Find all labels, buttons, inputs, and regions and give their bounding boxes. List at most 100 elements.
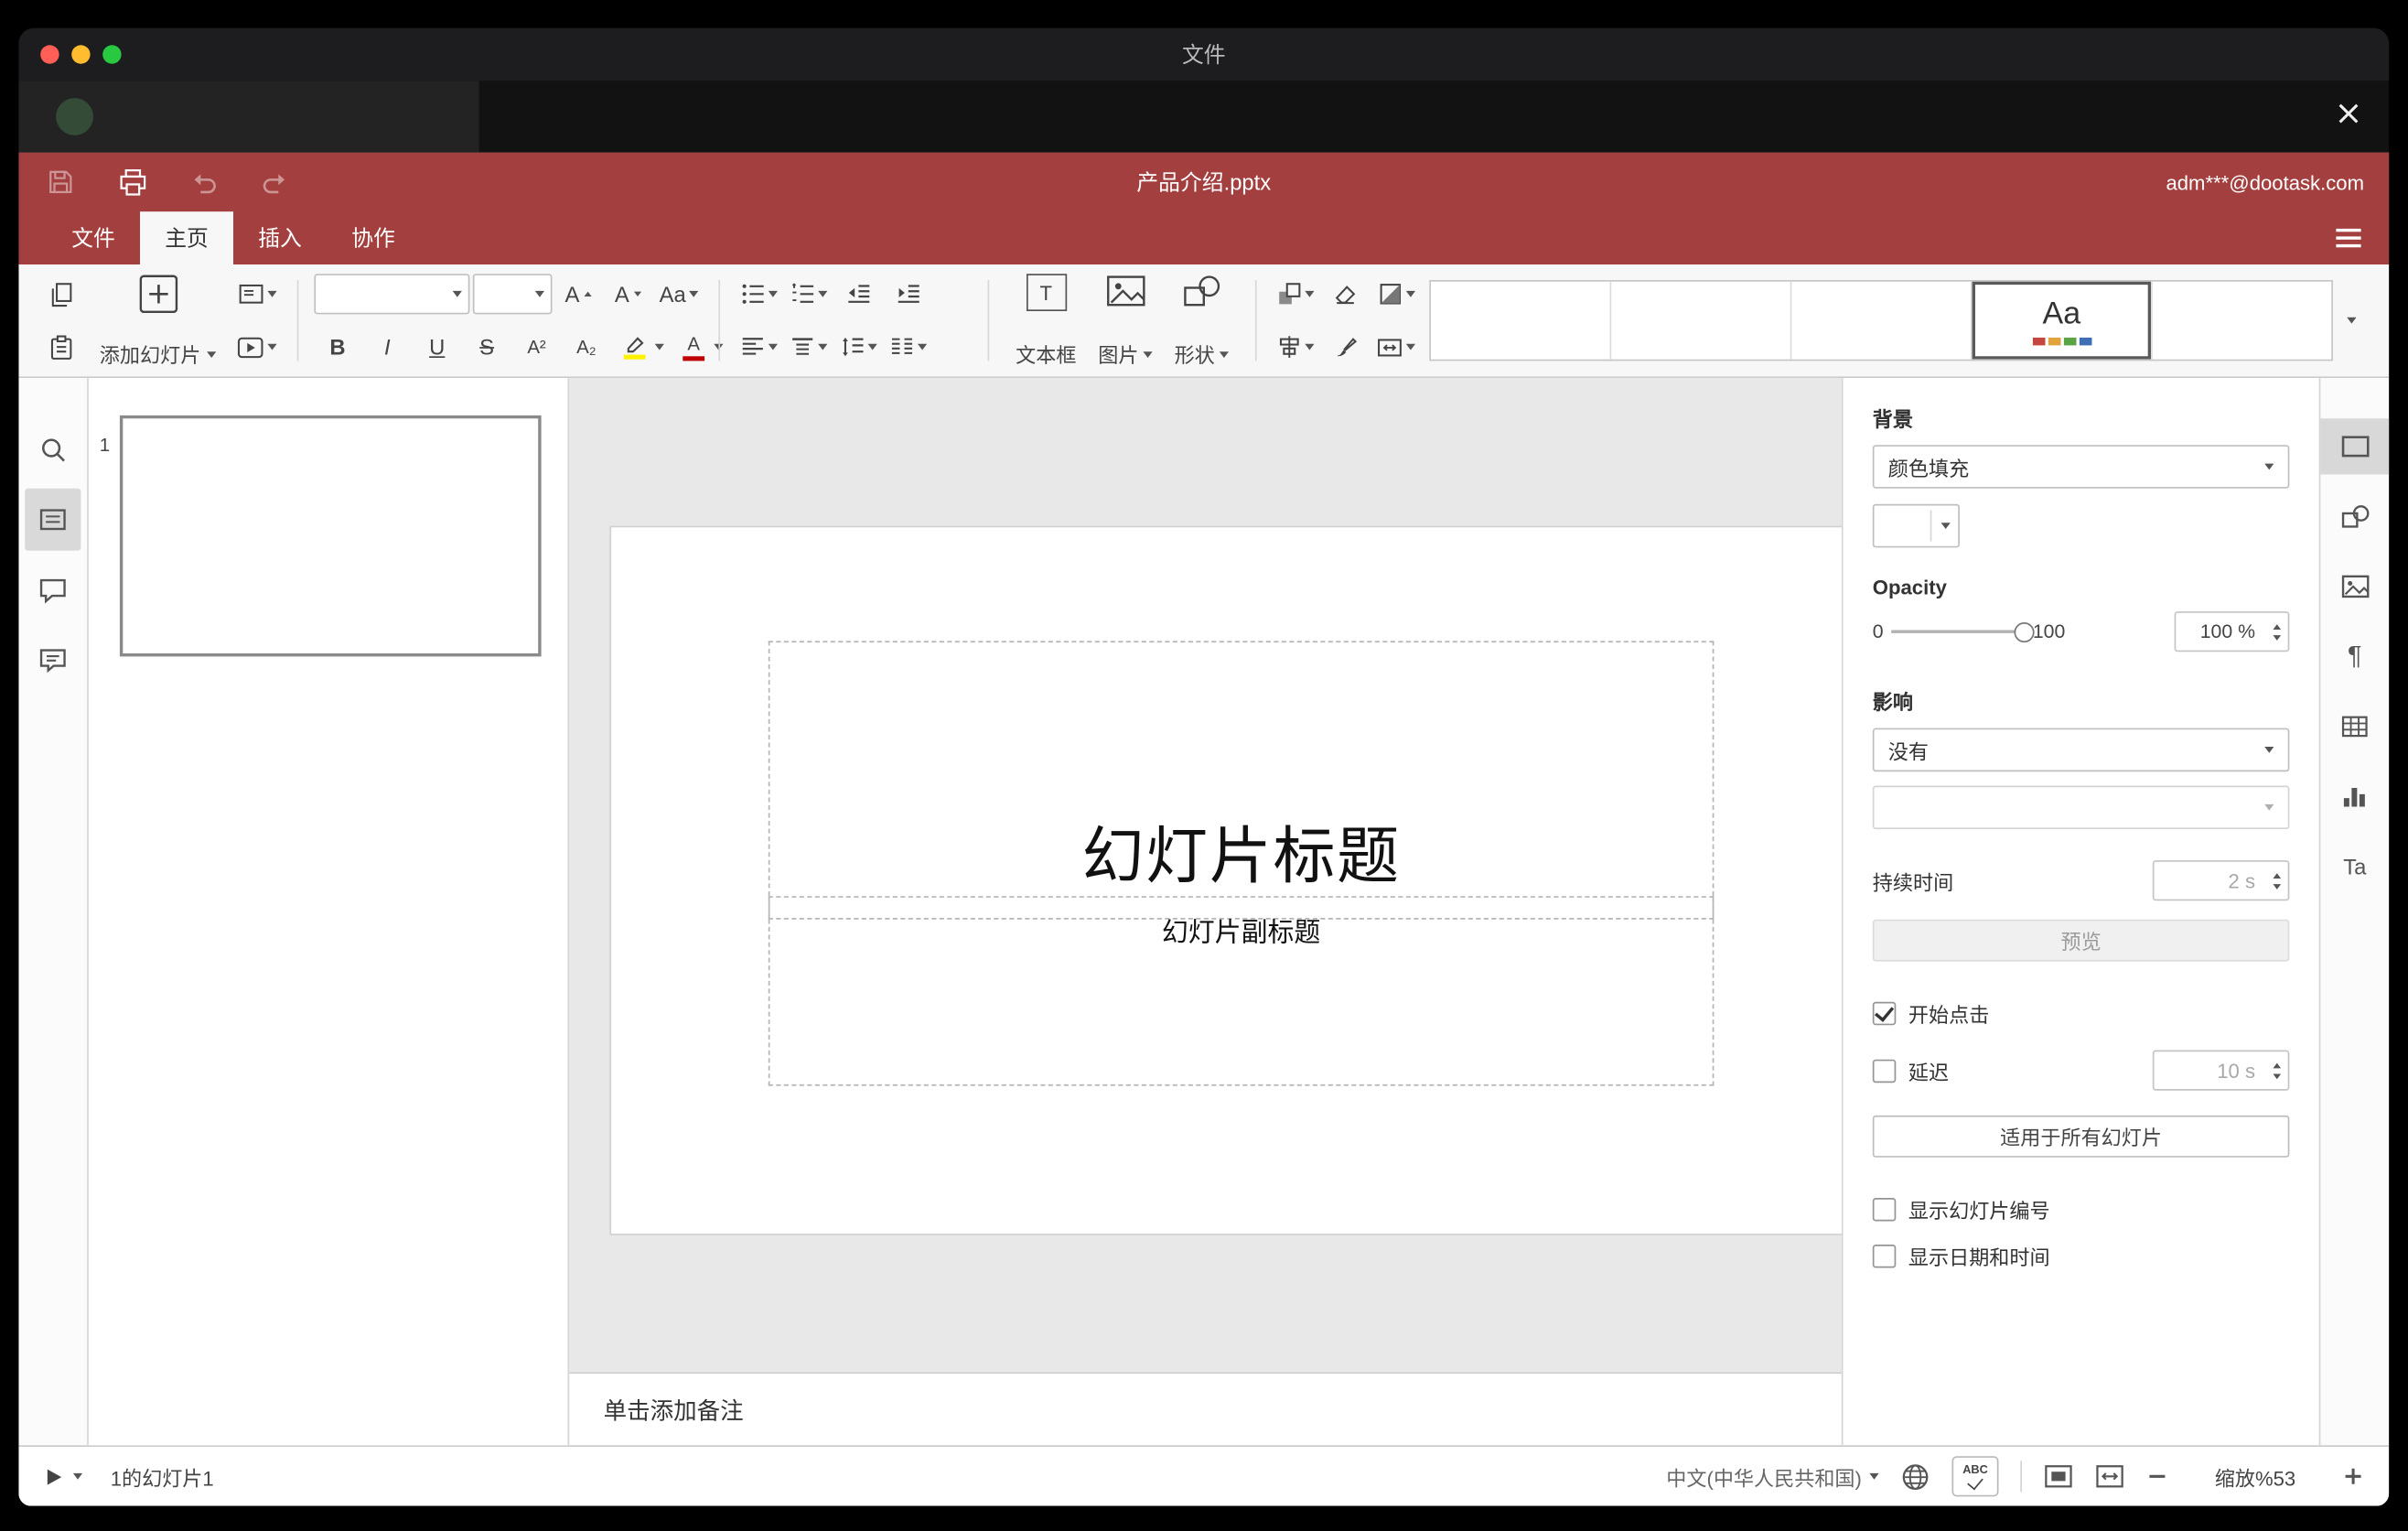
- change-case-button[interactable]: Aa: [655, 274, 704, 314]
- image-settings-button[interactable]: [2320, 558, 2389, 614]
- title-placeholder[interactable]: 幻灯片标题: [768, 641, 1715, 920]
- traffic-light-close[interactable]: [40, 45, 59, 64]
- vertical-align-button[interactable]: [786, 327, 833, 367]
- opacity-input[interactable]: 100 %: [2174, 611, 2290, 652]
- slides-panel-button[interactable]: [25, 488, 81, 551]
- theme-option[interactable]: [1791, 281, 1973, 360]
- slide-surface[interactable]: 幻灯片标题 幻灯片副标题: [609, 525, 1842, 1235]
- paragraph-settings-button[interactable]: ¶: [2320, 629, 2389, 685]
- tab-collaboration[interactable]: 协作: [327, 211, 420, 264]
- zoom-in-button[interactable]: [2342, 1465, 2364, 1487]
- font-size-combo[interactable]: [472, 274, 553, 315]
- language-selector[interactable]: 中文(中华人民共和国): [1666, 1461, 1879, 1491]
- slide-size-button[interactable]: [1372, 327, 1421, 367]
- chat-panel-button[interactable]: [25, 629, 81, 691]
- highlight-color-button[interactable]: [613, 327, 669, 367]
- slide-canvas[interactable]: 幻灯片标题 幻灯片副标题: [569, 378, 1842, 1373]
- slide-color-scheme-button[interactable]: [1372, 274, 1421, 314]
- tab-file[interactable]: 文件: [47, 211, 140, 264]
- insert-image-button[interactable]: 图片: [1087, 267, 1163, 373]
- zoom-level[interactable]: 缩放%53: [2190, 1461, 2321, 1491]
- italic-button[interactable]: I: [364, 327, 411, 367]
- tab-insert[interactable]: 插入: [233, 211, 327, 264]
- theme-option[interactable]: [1611, 281, 1792, 360]
- slide-thumbnail-1[interactable]: [119, 415, 542, 657]
- fit-to-width-button[interactable]: [2095, 1464, 2124, 1489]
- bold-button[interactable]: B: [314, 327, 360, 367]
- start-slideshow-status-button[interactable]: [44, 1466, 64, 1486]
- decrease-indent-button[interactable]: [835, 274, 882, 314]
- table-settings-button[interactable]: [2320, 698, 2389, 754]
- insert-textbox-button[interactable]: T 文本框: [1005, 267, 1087, 373]
- arrange-shape-button[interactable]: [1273, 274, 1319, 314]
- bullets-button[interactable]: [736, 274, 782, 314]
- theme-option[interactable]: [2153, 282, 2331, 360]
- opacity-slider[interactable]: [1891, 620, 2036, 642]
- search-panel-button[interactable]: [25, 418, 81, 480]
- print-button[interactable]: [115, 165, 149, 199]
- save-button[interactable]: [44, 165, 78, 199]
- superscript-button[interactable]: A²: [513, 327, 560, 367]
- duration-input[interactable]: 2 s: [2152, 860, 2290, 901]
- slide-settings-button[interactable]: [2320, 418, 2390, 475]
- preview-button[interactable]: 预览: [1872, 919, 2290, 962]
- show-slide-number-checkbox[interactable]: 显示幻灯片编号: [1872, 1195, 2290, 1224]
- decrease-font-size-button[interactable]: A: [605, 274, 651, 314]
- tab-home[interactable]: 主页: [140, 211, 233, 264]
- textart-settings-button[interactable]: Ta: [2320, 838, 2389, 894]
- numbering-button[interactable]: [786, 274, 833, 314]
- subtitle-placeholder[interactable]: 幻灯片副标题: [768, 896, 1715, 1086]
- effect-select[interactable]: 没有: [1872, 728, 2290, 772]
- increase-font-size-button[interactable]: A: [555, 274, 602, 314]
- traffic-light-minimize[interactable]: [71, 45, 91, 64]
- spinner-arrows[interactable]: [2264, 613, 2288, 651]
- effect-type-select[interactable]: [1872, 785, 2290, 830]
- line-spacing-button[interactable]: [835, 327, 882, 367]
- undo-button[interactable]: [187, 165, 220, 199]
- paragraph-group: [736, 267, 972, 373]
- align-shape-button[interactable]: [1273, 327, 1319, 367]
- start-on-click-checkbox[interactable]: 开始点击: [1872, 998, 2290, 1028]
- underline-button[interactable]: U: [414, 327, 460, 367]
- spinner-arrows[interactable]: [2264, 862, 2288, 900]
- show-datetime-checkbox[interactable]: 显示日期和时间: [1872, 1242, 2290, 1271]
- fit-to-slide-button[interactable]: [2044, 1464, 2073, 1489]
- horizontal-align-button[interactable]: [736, 327, 782, 367]
- chat-icon: [39, 648, 66, 673]
- spinner-arrows[interactable]: [2264, 1051, 2288, 1089]
- subscript-button[interactable]: A₂: [563, 327, 609, 367]
- columns-button[interactable]: [885, 327, 931, 367]
- clear-style-button[interactable]: [1322, 274, 1369, 314]
- spellcheck-toggle[interactable]: ABC: [1951, 1456, 1999, 1497]
- set-document-language-button[interactable]: [1900, 1461, 1930, 1491]
- start-slideshow-button[interactable]: [231, 327, 281, 367]
- font-name-combo[interactable]: [314, 274, 470, 315]
- change-layout-button[interactable]: [231, 274, 281, 314]
- copy-button[interactable]: [38, 274, 84, 314]
- paste-button[interactable]: [38, 327, 84, 367]
- background-fill-select[interactable]: 颜色填充: [1872, 445, 2290, 489]
- modal-close-button[interactable]: [2330, 95, 2368, 133]
- background-color-picker[interactable]: [1872, 503, 1960, 548]
- theme-option[interactable]: [1431, 281, 1612, 360]
- insert-shape-button[interactable]: 形状: [1164, 267, 1240, 373]
- theme-option-selected[interactable]: Aa: [1973, 281, 2153, 360]
- theme-gallery-expand-button[interactable]: [2333, 282, 2370, 360]
- comments-panel-button[interactable]: [25, 558, 81, 620]
- strikethrough-button[interactable]: S: [464, 327, 511, 367]
- apply-to-all-slides-button[interactable]: 适用于所有幻灯片: [1872, 1115, 2290, 1158]
- add-slide-button[interactable]: 添加幻灯片: [87, 267, 229, 373]
- hamburger-menu-icon[interactable]: [2330, 211, 2368, 264]
- copy-style-button[interactable]: [1322, 327, 1369, 367]
- chart-settings-button[interactable]: [2320, 769, 2389, 825]
- delay-checkbox[interactable]: 延迟: [1872, 1055, 1949, 1084]
- notes-area[interactable]: 单击添加备注: [569, 1372, 1842, 1446]
- shape-settings-button[interactable]: [2320, 489, 2389, 544]
- redo-button[interactable]: [258, 165, 292, 199]
- duration-label: 持续时间: [1872, 870, 1954, 894]
- zoom-out-button[interactable]: [2146, 1465, 2168, 1487]
- increase-indent-button[interactable]: [885, 274, 931, 314]
- delay-input[interactable]: 10 s: [2152, 1050, 2290, 1091]
- traffic-light-zoom[interactable]: [102, 45, 122, 64]
- chevron-down-icon: [1869, 1472, 1879, 1480]
